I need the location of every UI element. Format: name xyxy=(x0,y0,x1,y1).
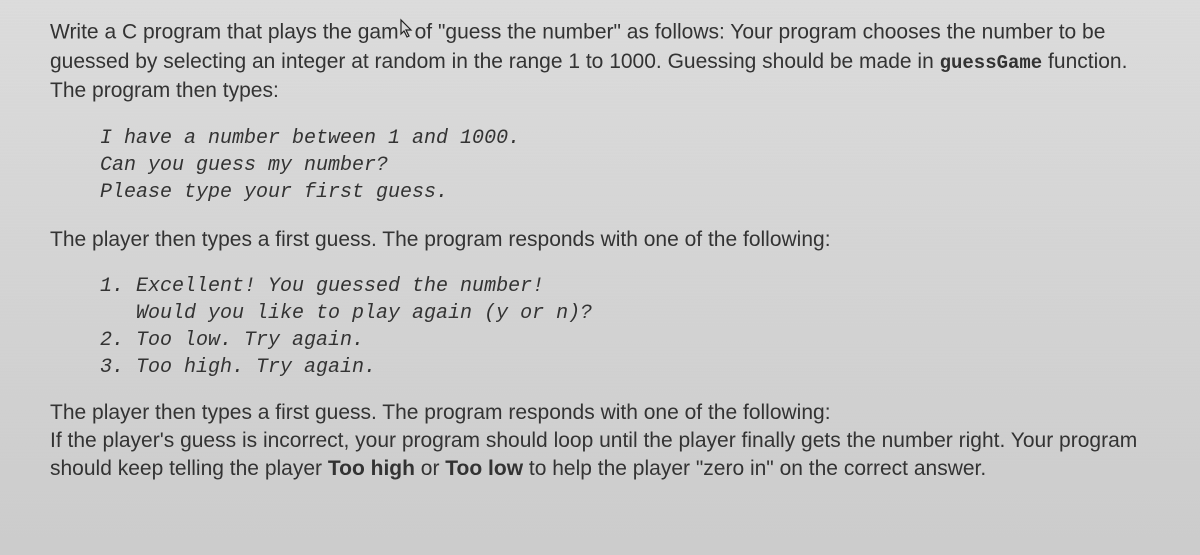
para3-line2-post: to help the player "zero in" on the corr… xyxy=(523,457,986,480)
problem-paragraph-1: Write a C program that plays the gamof "… xyxy=(50,18,1150,105)
bold-too-low: Too low xyxy=(445,457,523,480)
problem-paragraph-3: The player then types a first guess. The… xyxy=(50,399,1150,484)
code-output-responses: 1. Excellent! You guessed the number! Wo… xyxy=(100,273,1150,381)
para3-mid: or xyxy=(415,457,445,480)
bold-too-high: Too high xyxy=(328,457,415,480)
para3-line1: The player then types a first guess. The… xyxy=(50,401,831,424)
cursor-icon xyxy=(399,18,415,48)
para1-text-prefix: Write a C program that plays the gam xyxy=(50,21,399,44)
problem-paragraph-2: The player then types a first guess. The… xyxy=(50,226,1150,254)
inline-code-guessgame: guessGame xyxy=(940,52,1043,74)
code-output-prompt: I have a number between 1 and 1000. Can … xyxy=(100,125,1150,206)
